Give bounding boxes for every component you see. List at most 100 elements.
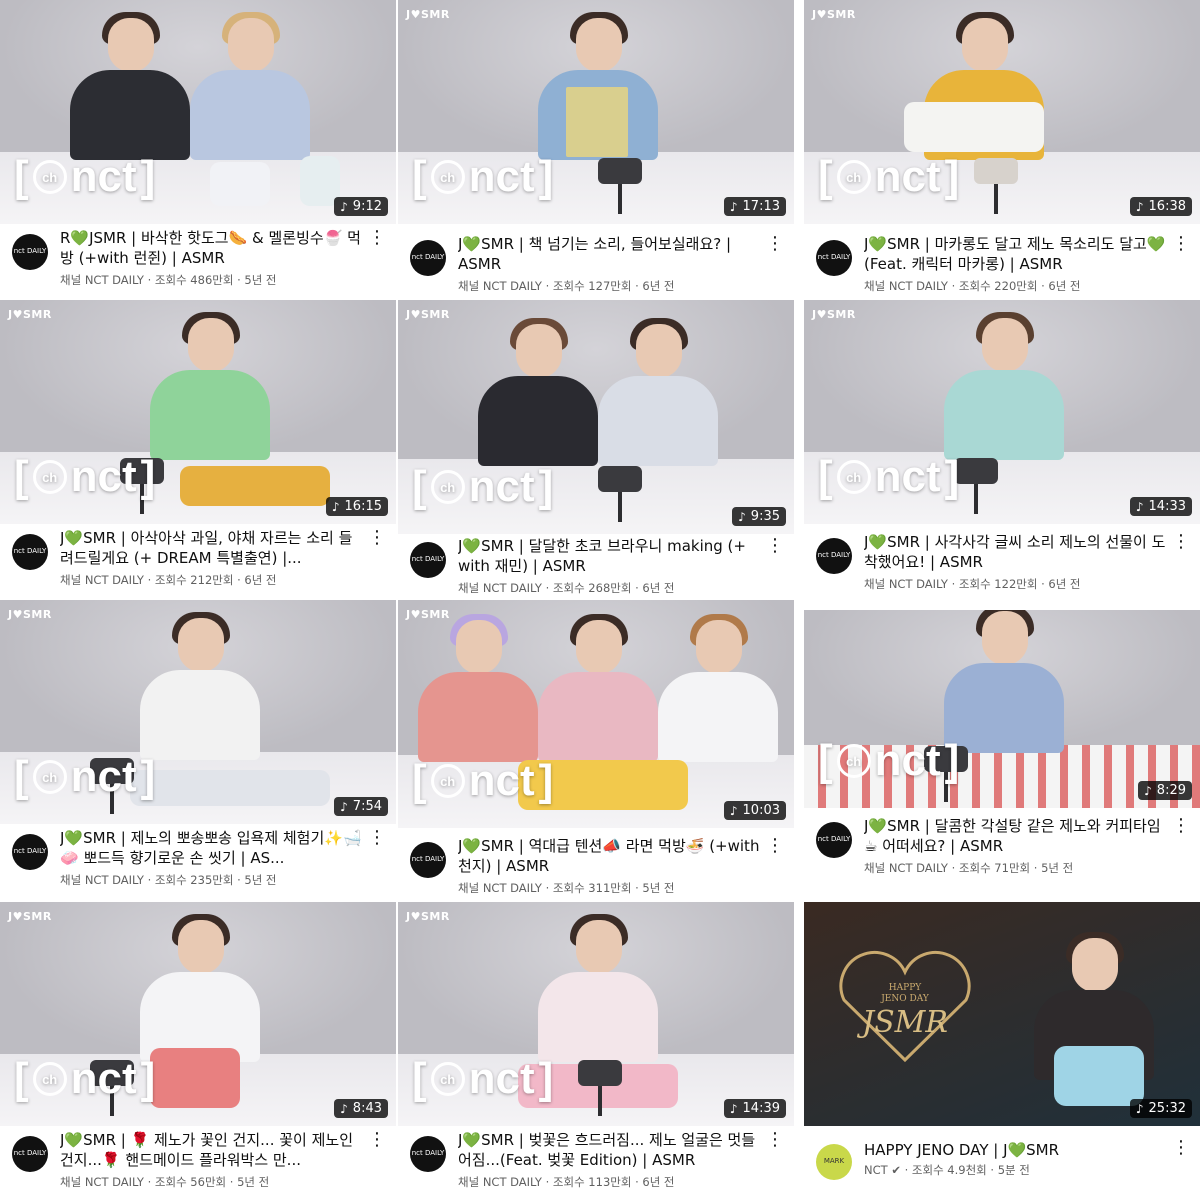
jsmr-brand-logo: J♥SMR	[8, 308, 52, 321]
jsmr-heart-logo: HAPPY JENO DAY JSMR	[839, 950, 971, 1063]
video-card[interactable]: J♥SMR [ch nct] ♪ 9:35 nct DAILY J💚SMR | 달달…	[398, 300, 794, 600]
video-card[interactable]: J♥SMR [ch nct] ♪ 16:38 nct DAILY J💚SMR | 마…	[804, 0, 1200, 300]
video-title[interactable]: HAPPY JENO DAY | J💚SMR	[864, 1140, 1166, 1160]
video-meta: 채널 NCT DAILY · 조회수 113만회 · 6년 전	[458, 1175, 675, 1189]
channel-avatar[interactable]: nct DAILY	[410, 1136, 446, 1172]
music-note-icon: ♪	[340, 799, 348, 814]
more-options-icon[interactable]: ⋮	[368, 1130, 386, 1152]
thumbnail-person	[478, 318, 598, 467]
video-card[interactable]: J♥SMR [ch nct] ♪ 14:39 nct DAILY J💚SMR | 벚…	[398, 902, 794, 1202]
more-options-icon[interactable]: ⋮	[1172, 234, 1190, 256]
thumbnail-person	[538, 614, 658, 763]
channel-avatar[interactable]: nct DAILY	[410, 240, 446, 276]
more-options-icon[interactable]: ⋮	[766, 1130, 784, 1152]
jsmr-brand-logo: J♥SMR	[406, 308, 450, 321]
video-info: nct DAILY J💚SMR | 제노의 뽀송뽀송 입욕제 체험기✨🛁🧼 뽀드…	[0, 828, 396, 900]
nct-watermark: [ch nct]	[412, 756, 554, 805]
video-card[interactable]: [ch nct] ♪ 8:29 nct DAILY J💚SMR | 달콤한 각설탕 …	[804, 610, 1200, 910]
video-card[interactable]: J♥SMR [ch nct] ♪ 14:33 nct DAILY J💚SMR | 사…	[804, 300, 1200, 600]
video-title[interactable]: J💚SMR | 달달한 초코 브라우니 making (+ with 재민) |…	[458, 536, 760, 576]
video-thumbnail[interactable]: [ch nct] ♪ 8:29	[804, 610, 1200, 808]
music-note-icon: ♪	[1135, 1101, 1144, 1116]
video-thumbnail[interactable]: [ch nct] ♪ 9:12	[0, 0, 396, 224]
video-thumbnail[interactable]: J♥SMR [ch nct] ♪ 14:33	[804, 300, 1200, 524]
channel-avatar[interactable]: nct DAILY	[816, 822, 852, 858]
video-info: nct DAILY J💚SMR | 마카롱도 달고 제노 목소리도 달고💚 (F…	[804, 234, 1200, 300]
thumbnail-microphone	[598, 465, 642, 522]
video-thumbnail[interactable]: J♥SMR [ch nct] ♪ 17:13	[398, 0, 794, 224]
video-meta: 채널 NCT DAILY · 조회수 127만회 · 6년 전	[458, 279, 675, 293]
more-options-icon[interactable]: ⋮	[368, 828, 386, 850]
nct-watermark: [ch nct]	[14, 152, 156, 201]
video-title[interactable]: R💚JSMR | 바삭한 핫도그🌭 & 멜론빙수🍧 먹방 (+with 런쥔) …	[60, 228, 362, 268]
video-title[interactable]: J💚SMR | 책 넘기는 소리, 들어보실래요? | ASMR	[458, 234, 760, 274]
thumbnail-microphone	[974, 157, 1018, 214]
video-card[interactable]: J♥SMR [ch nct] ♪ 16:15 nct DAILY J💚SMR | 아…	[0, 300, 396, 600]
nct-watermark: [ch nct]	[818, 736, 960, 785]
duration-badge: ♪ 9:12	[334, 197, 388, 216]
nct-watermark: [ch nct]	[818, 452, 960, 501]
video-title[interactable]: J💚SMR | 달콤한 각설탕 같은 제노와 커피타임☕ 어떠세요? | ASM…	[864, 816, 1166, 856]
nct-watermark: [ch nct]	[14, 452, 156, 501]
more-options-icon[interactable]: ⋮	[766, 836, 784, 858]
svg-text:JSMR: JSMR	[856, 1005, 948, 1040]
video-title[interactable]: J💚SMR | 역대급 텐션📣 라면 먹방🍜 (+with 천지) | ASMR	[458, 836, 760, 876]
video-title[interactable]: J💚SMR | 사각사각 글씨 소리 제노의 선물이 도착했어요! | ASMR	[864, 532, 1166, 572]
video-title[interactable]: J💚SMR | 벚꽃은 흐드러짐... 제노 얼굴은 멋들어짐...(Feat.…	[458, 1130, 760, 1170]
video-title[interactable]: J💚SMR | 제노의 뽀송뽀송 입욕제 체험기✨🛁🧼 뽀드득 향기로운 손 씻…	[60, 828, 362, 868]
more-options-icon[interactable]: ⋮	[1172, 532, 1190, 554]
thumbnail-person	[140, 913, 260, 1062]
video-grid: [ch nct] ♪ 9:12 nct DAILY R💚JSMR | 바삭한 핫도그…	[0, 0, 1200, 1202]
video-card[interactable]: HAPPY JENO DAY JSMR ♪ 25:32 MARK HAPPY JE…	[804, 902, 1200, 1202]
duration-badge: ♪ 14:33	[1129, 497, 1192, 516]
video-thumbnail[interactable]: J♥SMR [ch nct] ♪ 7:54	[0, 600, 396, 824]
channel-avatar[interactable]: nct DAILY	[12, 834, 48, 870]
nct-watermark: [ch nct]	[412, 1054, 554, 1103]
channel-avatar[interactable]: nct DAILY	[12, 1136, 48, 1172]
more-options-icon[interactable]: ⋮	[368, 228, 386, 250]
video-thumbnail[interactable]: J♥SMR [ch nct] ♪ 10:03	[398, 600, 794, 828]
more-options-icon[interactable]: ⋮	[1172, 816, 1190, 838]
nct-watermark: [ch nct]	[818, 152, 960, 201]
video-title[interactable]: J💚SMR | 마카롱도 달고 제노 목소리도 달고💚 (Feat. 캐릭터 마…	[864, 234, 1166, 274]
video-thumbnail[interactable]: J♥SMR [ch nct] ♪ 16:38	[804, 0, 1200, 224]
more-options-icon[interactable]: ⋮	[766, 536, 784, 558]
channel-avatar[interactable]: nct DAILY	[410, 842, 446, 878]
video-thumbnail[interactable]: J♥SMR [ch nct] ♪ 9:35	[398, 300, 794, 534]
nct-watermark: [ch nct]	[412, 152, 554, 201]
video-title[interactable]: J💚SMR | 🌹 제노가 꽃인 건지... 꽃이 제노인 건지...🌹 핸드메…	[60, 1130, 362, 1170]
channel-avatar[interactable]: MARK	[816, 1144, 852, 1180]
channel-avatar[interactable]: nct DAILY	[12, 534, 48, 570]
jsmr-brand-logo: J♥SMR	[812, 8, 856, 21]
thumbnail-microphone	[578, 1059, 622, 1116]
video-card[interactable]: J♥SMR [ch nct] ♪ 10:03 nct DAILY J💚SMR | 역…	[398, 600, 794, 900]
video-info: MARK HAPPY JENO DAY | J💚SMR NCT ✔ · 조회수 …	[804, 1138, 1200, 1202]
video-meta: 채널 NCT DAILY · 조회수 122만회 · 6년 전	[864, 577, 1081, 591]
more-options-icon[interactable]: ⋮	[1172, 1138, 1190, 1160]
video-title[interactable]: J💚SMR | 아삭아삭 과일, 야채 자르는 소리 들려드릴게요 (+ DRE…	[60, 528, 362, 568]
video-meta: 채널 NCT DAILY · 조회수 486만회 · 5년 전	[60, 273, 277, 287]
thumbnail-person	[150, 311, 270, 460]
more-options-icon[interactable]: ⋮	[766, 234, 784, 256]
video-thumbnail[interactable]: J♥SMR [ch nct] ♪ 8:43	[0, 902, 396, 1126]
video-card[interactable]: [ch nct] ♪ 9:12 nct DAILY R💚JSMR | 바삭한 핫도그…	[0, 0, 396, 300]
music-note-icon: ♪	[331, 499, 340, 514]
channel-avatar[interactable]: nct DAILY	[410, 542, 446, 578]
channel-avatar[interactable]: nct DAILY	[12, 234, 48, 270]
video-meta: 채널 NCT DAILY · 조회수 311만회 · 5년 전	[458, 881, 675, 895]
channel-avatar[interactable]: nct DAILY	[816, 538, 852, 574]
thumbnail-book	[566, 86, 628, 157]
duration-badge: ♪ 14:39	[723, 1099, 786, 1118]
video-card[interactable]: J♥SMR [ch nct] ♪ 7:54 nct DAILY J💚SMR | 제노…	[0, 600, 396, 900]
duration-badge: ♪ 16:38	[1129, 197, 1192, 216]
channel-avatar[interactable]: nct DAILY	[816, 240, 852, 276]
video-thumbnail[interactable]: J♥SMR [ch nct] ♪ 14:39	[398, 902, 794, 1126]
video-card[interactable]: J♥SMR [ch nct] ♪ 8:43 nct DAILY J💚SMR | 🌹 …	[0, 902, 396, 1202]
video-thumbnail[interactable]: J♥SMR [ch nct] ♪ 16:15	[0, 300, 396, 524]
video-info: nct DAILY J💚SMR | 사각사각 글씨 소리 제노의 선물이 도착했…	[804, 532, 1200, 600]
duration-badge: ♪ 25:32	[1129, 1099, 1192, 1118]
thumbnail-bowls	[130, 770, 330, 807]
video-thumbnail[interactable]: HAPPY JENO DAY JSMR ♪ 25:32	[804, 902, 1200, 1126]
video-card[interactable]: J♥SMR [ch nct] ♪ 17:13 nct DAILY J💚SMR | 책…	[398, 0, 794, 300]
more-options-icon[interactable]: ⋮	[368, 528, 386, 550]
